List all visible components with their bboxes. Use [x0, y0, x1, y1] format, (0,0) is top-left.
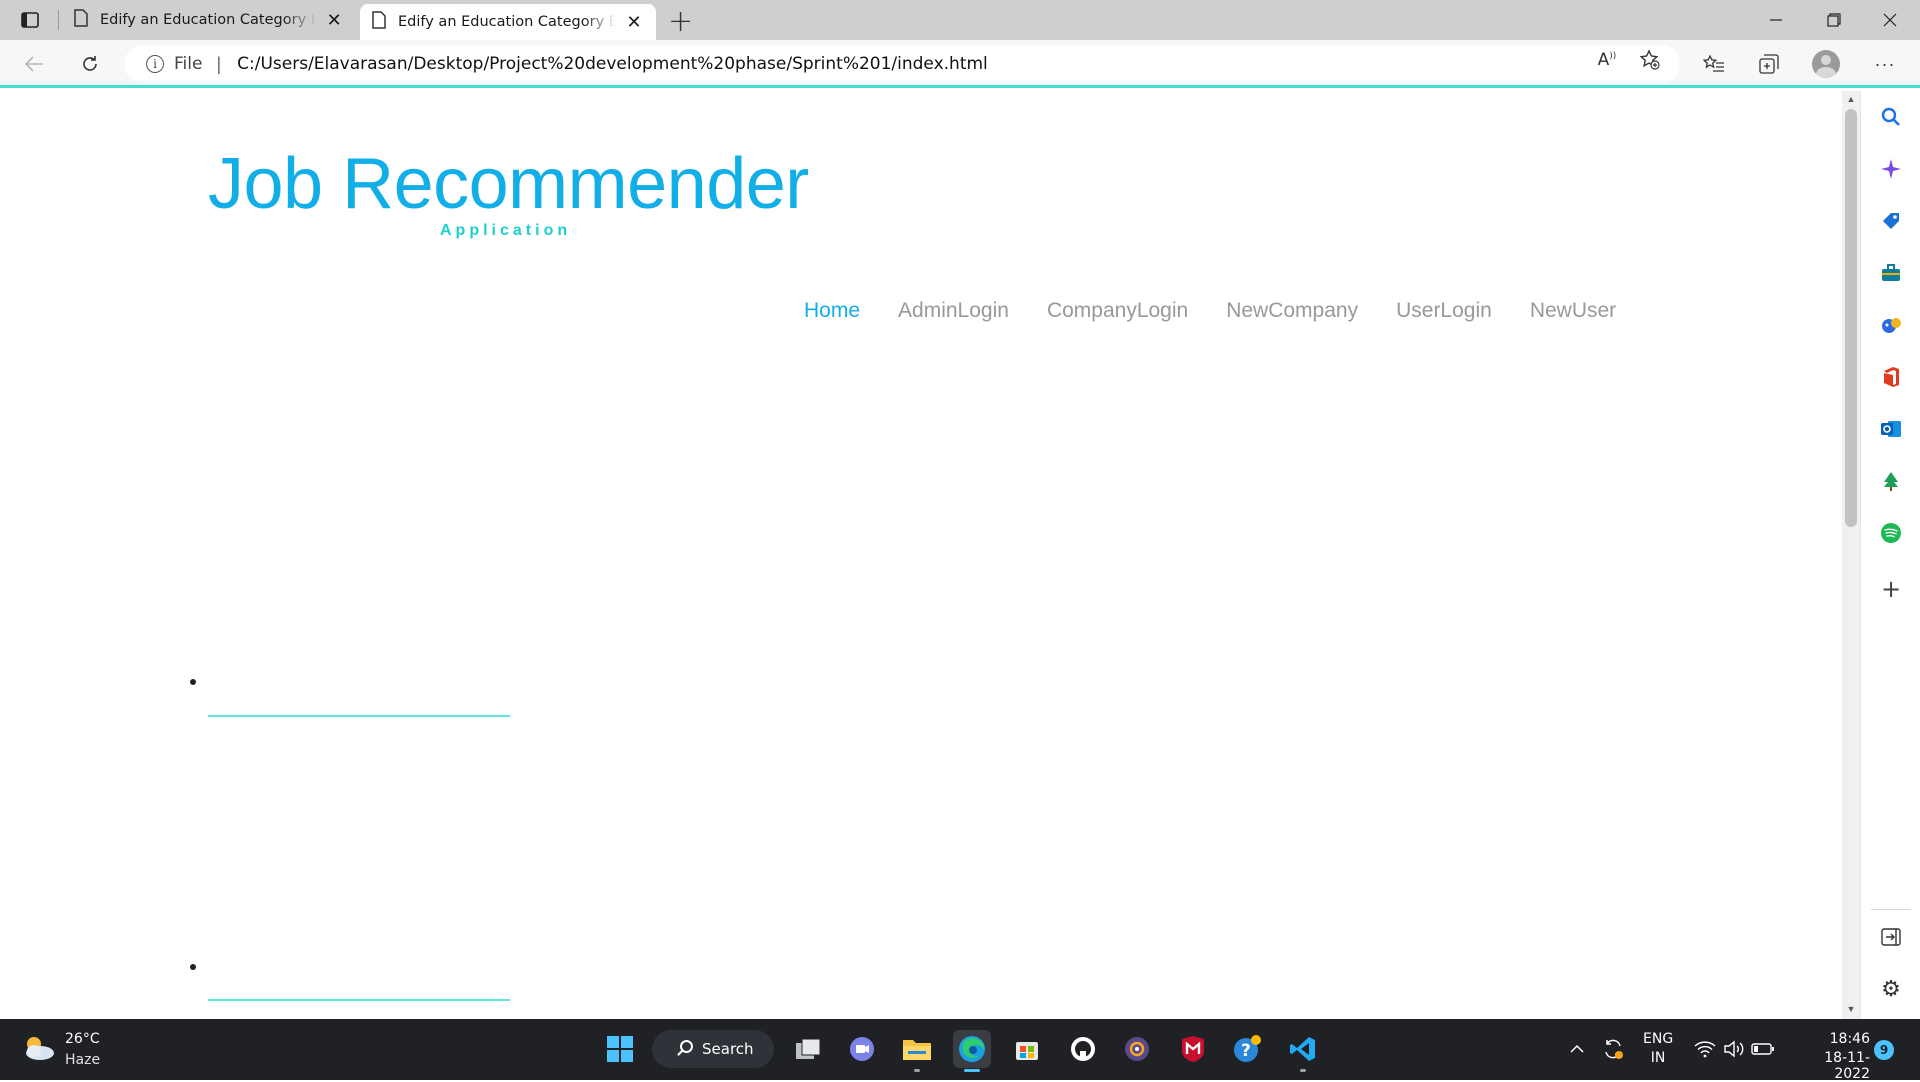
- add-icon[interactable]: +: [1879, 575, 1903, 603]
- browser-tab-2-active[interactable]: Edify an Education Category Book ✕: [360, 4, 656, 40]
- browser-tab-1[interactable]: Edify an Education Category Book ✕: [62, 0, 356, 40]
- vscode-icon[interactable]: [1284, 1030, 1322, 1072]
- minimize-icon[interactable]: [1748, 0, 1804, 40]
- windows-taskbar: 26°C Haze Search ? ENG IN 18:46 18-11-20…: [0, 1019, 1920, 1082]
- settings-icon[interactable]: ⚙: [1879, 976, 1903, 1001]
- menu-new-user[interactable]: NewUser: [1530, 299, 1616, 323]
- edge-sidebar: + ⚙: [1860, 91, 1920, 1019]
- search-icon[interactable]: [1879, 105, 1903, 129]
- svg-text:?: ?: [1241, 1041, 1251, 1061]
- file-explorer-icon[interactable]: [898, 1030, 936, 1072]
- sync-update-icon[interactable]: [1598, 1030, 1628, 1068]
- tools-icon[interactable]: [1879, 261, 1903, 285]
- menu-admin-login[interactable]: AdminLogin: [898, 299, 1009, 323]
- url-text[interactable]: C:/Users/Elavarasan/Desktop/Project%20de…: [237, 54, 988, 74]
- hide-sidebar-icon[interactable]: [1879, 925, 1903, 949]
- scroll-down-icon[interactable]: ▼: [1842, 1001, 1860, 1017]
- notification-badge[interactable]: 9: [1874, 1040, 1894, 1060]
- language-indicator[interactable]: ENG IN: [1643, 1031, 1673, 1066]
- menu-user-login[interactable]: UserLogin: [1396, 299, 1492, 323]
- tab-separator: [58, 10, 59, 30]
- volume-icon[interactable]: [1720, 1030, 1750, 1068]
- weather-cloud-icon[interactable]: [22, 1033, 56, 1063]
- page-icon: [74, 9, 88, 31]
- search-label: Search: [702, 1040, 754, 1058]
- list-item-underline: [208, 999, 510, 1001]
- tab-title: Edify an Education Category Book: [398, 14, 617, 30]
- teams-chat-icon[interactable]: [843, 1030, 881, 1068]
- scroll-up-icon[interactable]: ▲: [1842, 91, 1860, 107]
- language-code: ENG: [1643, 1031, 1674, 1047]
- search-icon: [680, 1040, 693, 1053]
- close-tab-icon[interactable]: ✕: [624, 12, 644, 33]
- tag-icon[interactable]: [1879, 209, 1903, 233]
- github-desktop-icon[interactable]: [1064, 1030, 1102, 1068]
- list-item-underline: [208, 715, 510, 717]
- microsoft-store-icon[interactable]: [1008, 1030, 1046, 1068]
- favorites-icon[interactable]: [1697, 47, 1731, 81]
- page-viewport: Job Recommender Application Home AdminLo…: [0, 91, 1842, 1019]
- scheme-label: File: [174, 54, 203, 74]
- region-code: IN: [1650, 1050, 1666, 1066]
- tree-icon[interactable]: [1879, 469, 1903, 493]
- chevron-up-icon[interactable]: [1565, 1030, 1589, 1068]
- active-indicator: [964, 1069, 980, 1072]
- task-view-icon[interactable]: [789, 1030, 827, 1068]
- running-indicator: [1300, 1069, 1306, 1072]
- copilot-icon[interactable]: [1879, 157, 1903, 181]
- wifi-icon[interactable]: [1690, 1030, 1720, 1068]
- browser-toolbar: i File | C:/Users/Elavarasan/Desktop/Pro…: [0, 40, 1920, 88]
- weather-temperature: 26°C: [65, 1031, 100, 1047]
- address-bar[interactable]: i File | C:/Users/Elavarasan/Desktop/Pro…: [124, 45, 1680, 83]
- mcafee-icon[interactable]: [1174, 1030, 1212, 1068]
- more-options-icon[interactable]: ···: [1868, 47, 1902, 81]
- tab-actions-icon[interactable]: [16, 8, 44, 32]
- spotify-icon[interactable]: [1879, 521, 1903, 545]
- page-scrollbar[interactable]: ▲ ▼: [1842, 91, 1860, 1019]
- menu-new-company[interactable]: NewCompany: [1226, 299, 1358, 323]
- clock-date: 18-11-2022: [1824, 1050, 1870, 1082]
- running-indicator: [914, 1069, 920, 1072]
- site-info-icon[interactable]: i: [146, 55, 164, 73]
- tab-strip: Edify an Education Category Book ✕ Edify…: [0, 0, 1920, 40]
- list-bullet: [190, 964, 196, 970]
- windows-start-icon[interactable]: [601, 1030, 639, 1068]
- help-icon[interactable]: ?: [1228, 1030, 1266, 1068]
- new-tab-icon[interactable]: +: [668, 4, 693, 39]
- outlook-icon[interactable]: [1879, 417, 1903, 441]
- restore-icon[interactable]: [1806, 0, 1862, 40]
- window-close-icon[interactable]: [1862, 0, 1918, 40]
- profile-avatar[interactable]: [1812, 50, 1840, 78]
- collections-icon[interactable]: [1752, 47, 1786, 81]
- office-icon[interactable]: [1879, 365, 1903, 389]
- taskbar-search[interactable]: Search: [652, 1030, 774, 1068]
- weather-condition: Haze: [65, 1052, 101, 1068]
- main-menu: Home AdminLogin CompanyLogin NewCompany …: [804, 299, 1616, 323]
- page-icon: [372, 11, 386, 33]
- edge-browser-icon[interactable]: [953, 1030, 991, 1072]
- menu-company-login[interactable]: CompanyLogin: [1047, 299, 1188, 323]
- clock[interactable]: 18:46 18-11-2022: [1790, 1031, 1870, 1082]
- games-icon[interactable]: [1879, 313, 1903, 337]
- menu-home[interactable]: Home: [804, 299, 860, 323]
- read-aloud-icon[interactable]: A)): [1595, 48, 1619, 72]
- back-arrow-icon[interactable]: [16, 46, 52, 82]
- add-favorite-icon[interactable]: [1638, 48, 1662, 72]
- site-title: Job Recommender: [208, 144, 809, 224]
- divider: |: [216, 53, 222, 74]
- battery-icon[interactable]: [1748, 1030, 1778, 1068]
- tab-title: Edify an Education Category Book: [100, 12, 317, 28]
- scroll-thumb[interactable]: [1845, 109, 1857, 527]
- site-subtitle: Application: [440, 222, 572, 239]
- obs-app-icon[interactable]: [1118, 1030, 1156, 1068]
- close-tab-icon[interactable]: ✕: [324, 10, 344, 31]
- list-bullet: [190, 679, 196, 685]
- sidebar-divider: [1871, 909, 1911, 910]
- refresh-icon[interactable]: [72, 46, 108, 82]
- clock-time: 18:46: [1829, 1031, 1870, 1047]
